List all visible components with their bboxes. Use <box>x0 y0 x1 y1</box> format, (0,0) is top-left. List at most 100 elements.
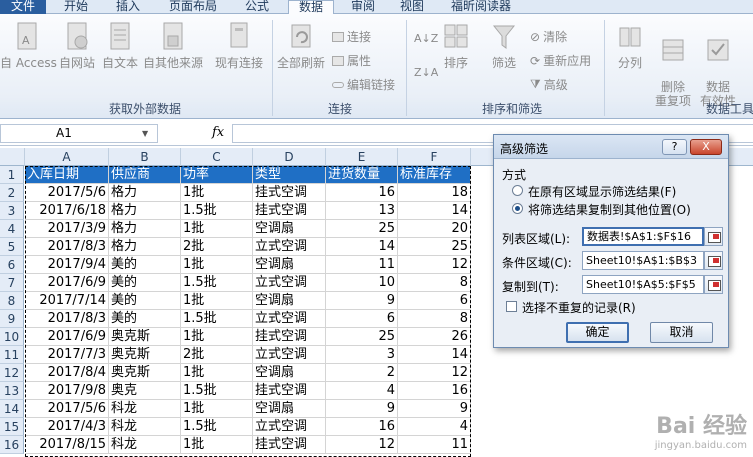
table-cell[interactable]: 挂式空调 <box>253 328 326 346</box>
dialog-title-bar[interactable]: 高级筛选 ? X <box>494 135 728 159</box>
row-header[interactable]: 2 <box>0 184 24 202</box>
table-cell[interactable]: 11 <box>326 256 398 274</box>
table-cell[interactable]: 美的 <box>109 310 181 328</box>
table-cell[interactable]: 科龙 <box>109 436 181 454</box>
row-header[interactable]: 5 <box>0 238 24 256</box>
connections-button[interactable]: 连接 <box>332 28 371 45</box>
table-cell[interactable]: 空调扇 <box>253 364 326 382</box>
table-cell[interactable]: 6 <box>326 310 398 328</box>
unique-records-checkbox[interactable] <box>506 301 517 312</box>
table-cell[interactable]: 4 <box>326 382 398 400</box>
criteria-range-input[interactable]: Sheet10!$A$1:$B$3 <box>582 251 704 270</box>
copy-to-collapse-icon[interactable] <box>704 275 723 294</box>
table-cell[interactable]: 2017/6/18 <box>25 202 109 220</box>
table-cell[interactable]: 1批 <box>181 256 253 274</box>
unique-records-label[interactable]: 选择不重复的记录(R) <box>522 299 636 316</box>
table-cell[interactable]: 2017/8/3 <box>25 310 109 328</box>
table-cell[interactable]: 1.5批 <box>181 202 253 220</box>
chevron-down-icon[interactable]: ▼ <box>142 129 148 138</box>
existing-connections-button[interactable]: 现有连接 <box>212 22 266 71</box>
table-cell[interactable]: 12 <box>398 256 471 274</box>
table-cell[interactable]: 2017/6/9 <box>25 328 109 346</box>
table-cell[interactable]: 1批 <box>181 184 253 202</box>
table-cell[interactable]: 20 <box>398 220 471 238</box>
table-cell[interactable]: 挂式空调 <box>253 202 326 220</box>
table-cell[interactable]: 美的 <box>109 274 181 292</box>
table-cell[interactable]: 18 <box>398 184 471 202</box>
table-cell[interactable]: 4 <box>398 418 471 436</box>
tab-file[interactable]: 文件 <box>0 0 46 14</box>
sort-descending-icon[interactable]: Z↓A <box>414 66 438 79</box>
table-cell[interactable]: 1批 <box>181 328 253 346</box>
table-cell[interactable]: 格力 <box>109 220 181 238</box>
cancel-button[interactable]: 取消 <box>650 322 713 343</box>
header-cell[interactable]: 供应商 <box>109 166 181 184</box>
table-cell[interactable]: 2017/9/8 <box>25 382 109 400</box>
table-cell[interactable]: 奥克斯 <box>109 328 181 346</box>
table-cell[interactable]: 格力 <box>109 202 181 220</box>
table-cell[interactable]: 6 <box>398 292 471 310</box>
table-cell[interactable]: 科龙 <box>109 400 181 418</box>
table-cell[interactable]: 12 <box>326 436 398 454</box>
table-cell[interactable]: 立式空调 <box>253 274 326 292</box>
table-cell[interactable]: 美的 <box>109 292 181 310</box>
criteria-range-collapse-icon[interactable] <box>704 251 723 270</box>
row-header[interactable]: 7 <box>0 274 24 292</box>
column-header[interactable]: E <box>326 148 398 166</box>
column-header[interactable]: D <box>253 148 326 166</box>
row-header[interactable]: 15 <box>0 418 24 436</box>
table-cell[interactable]: 奥克斯 <box>109 346 181 364</box>
refresh-all-button[interactable]: 全部刷新 <box>274 22 328 71</box>
column-header[interactable]: F <box>398 148 471 166</box>
header-cell[interactable]: 标准库存 <box>398 166 471 184</box>
table-cell[interactable]: 10 <box>326 274 398 292</box>
row-header[interactable]: 4 <box>0 220 24 238</box>
table-cell[interactable]: 8 <box>398 274 471 292</box>
table-cell[interactable]: 2017/9/4 <box>25 256 109 274</box>
option-inplace-label[interactable]: 在原有区域显示筛选结果(F) <box>528 183 676 200</box>
table-cell[interactable]: 空调扇 <box>253 400 326 418</box>
header-cell[interactable]: 入库日期 <box>25 166 109 184</box>
table-cell[interactable]: 14 <box>398 202 471 220</box>
clear-filter-button[interactable]: ⊘ 清除 <box>530 28 567 45</box>
column-header[interactable]: A <box>25 148 109 166</box>
table-cell[interactable]: 1批 <box>181 400 253 418</box>
row-header[interactable]: 9 <box>0 310 24 328</box>
remove-duplicates-button[interactable]: 删除 重复项 <box>652 22 694 108</box>
table-cell[interactable]: 2017/8/4 <box>25 364 109 382</box>
table-cell[interactable]: 14 <box>398 346 471 364</box>
text-to-columns-button[interactable]: 分列 <box>610 22 650 71</box>
table-cell[interactable]: 1批 <box>181 364 253 382</box>
header-cell[interactable]: 类型 <box>253 166 326 184</box>
table-cell[interactable]: 2批 <box>181 346 253 364</box>
tab-view[interactable]: 视图 <box>392 0 432 14</box>
table-cell[interactable]: 1.5批 <box>181 274 253 292</box>
table-cell[interactable]: 2017/7/3 <box>25 346 109 364</box>
select-all-corner[interactable] <box>0 148 25 166</box>
from-web-button[interactable]: 自网站 <box>56 22 98 71</box>
row-header[interactable]: 10 <box>0 328 24 346</box>
table-cell[interactable]: 2017/8/15 <box>25 436 109 454</box>
row-header[interactable]: 11 <box>0 346 24 364</box>
row-header[interactable]: 16 <box>0 436 24 454</box>
sort-ascending-icon[interactable]: A↓Z <box>414 32 438 45</box>
table-cell[interactable]: 14 <box>326 238 398 256</box>
from-text-button[interactable]: 自文本 <box>100 22 140 71</box>
radio-inplace[interactable] <box>512 185 523 196</box>
table-cell[interactable]: 1.5批 <box>181 310 253 328</box>
table-cell[interactable]: 16 <box>398 382 471 400</box>
name-box[interactable]: A1 <box>0 124 158 143</box>
table-cell[interactable]: 立式空调 <box>253 418 326 436</box>
tab-review[interactable]: 审阅 <box>342 0 384 14</box>
table-cell[interactable]: 立式空调 <box>253 238 326 256</box>
table-cell[interactable]: 2017/4/3 <box>25 418 109 436</box>
close-button[interactable]: X <box>690 139 722 155</box>
tab-home[interactable]: 开始 <box>56 0 96 14</box>
table-cell[interactable]: 2017/5/6 <box>25 400 109 418</box>
filter-button[interactable]: 筛选 <box>488 22 520 71</box>
table-cell[interactable]: 8 <box>398 310 471 328</box>
table-cell[interactable]: 25 <box>326 220 398 238</box>
table-cell[interactable]: 1.5批 <box>181 418 253 436</box>
table-cell[interactable]: 9 <box>326 292 398 310</box>
table-cell[interactable]: 挂式空调 <box>253 184 326 202</box>
